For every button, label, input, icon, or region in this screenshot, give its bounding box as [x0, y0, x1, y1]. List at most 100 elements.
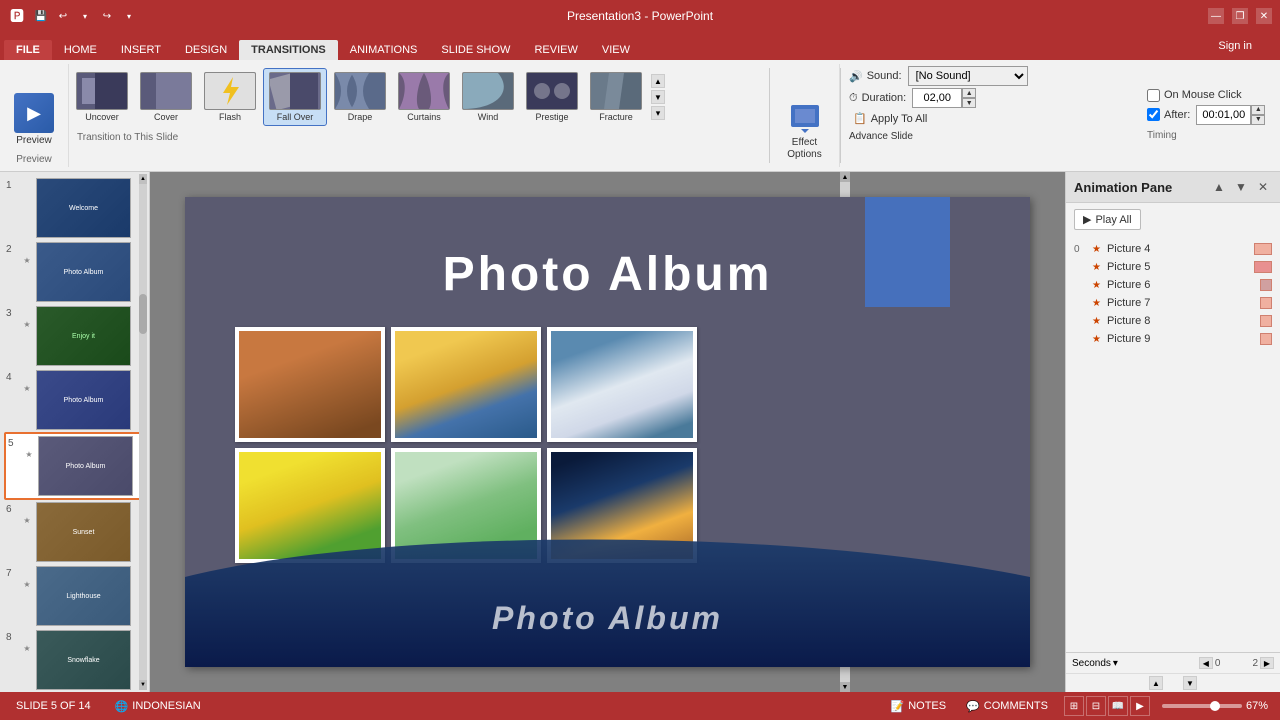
effect-options-button[interactable]: EffectOptions: [779, 97, 831, 165]
save-button[interactable]: 💾: [32, 7, 50, 25]
tab-transitions[interactable]: TRANSITIONS: [239, 40, 338, 60]
language-icon: 🌐: [115, 700, 129, 713]
transition-uncover[interactable]: Uncover: [71, 69, 133, 125]
timeline-area: Seconds ▾ ◀ 0 2 ▶: [1066, 652, 1280, 673]
slide-thumb-4[interactable]: 4 ★ Photo Album: [4, 368, 145, 432]
anim-name-picture7: Picture 7: [1107, 297, 1254, 309]
more-button[interactable]: ▾: [120, 7, 138, 25]
undo-dropdown[interactable]: ▾: [76, 7, 94, 25]
tab-slideshow[interactable]: SLIDE SHOW: [429, 40, 522, 60]
seconds-dropdown[interactable]: Seconds ▾: [1072, 658, 1118, 669]
slide-num-5: 5: [8, 436, 20, 449]
signin-link[interactable]: Sign in: [1206, 36, 1264, 56]
slide-img-3: Enjoy it: [36, 306, 131, 366]
duration-spinner-btns: ▲ ▼: [962, 88, 976, 108]
ribbon-group-effect: EffectOptions: [770, 64, 840, 167]
slide-num-4: 4: [6, 370, 18, 383]
anim-row-picture7[interactable]: ★ Picture 7: [1066, 294, 1280, 312]
anim-move-up-button[interactable]: ▲: [1210, 178, 1228, 196]
tab-home[interactable]: HOME: [52, 40, 109, 60]
photo-frame-1[interactable]: [235, 327, 385, 442]
transition-fracture[interactable]: Fracture: [585, 69, 647, 125]
play-all-button[interactable]: ▶ Play All: [1074, 209, 1141, 230]
slide-panel-scrollbar[interactable]: [139, 174, 147, 690]
panel-scroll-up[interactable]: ▲: [139, 174, 147, 184]
transition-drape[interactable]: Drape: [329, 69, 391, 125]
advance-slide-label: Advance Slide: [849, 129, 1133, 144]
after-label[interactable]: After:: [1147, 108, 1190, 121]
duration-up-btn[interactable]: ▲: [962, 88, 976, 98]
slide-mini-text-6: Sunset: [71, 527, 97, 538]
anim-row-picture5[interactable]: ★ Picture 5: [1066, 258, 1280, 276]
sound-select[interactable]: [No Sound]: [908, 66, 1028, 86]
anim-scroll-up-btn[interactable]: ▲: [1149, 676, 1163, 690]
scroll-down-arrow[interactable]: ▼: [651, 90, 665, 104]
transition-flash[interactable]: Flash: [199, 69, 261, 125]
tab-design[interactable]: DESIGN: [173, 40, 239, 60]
tab-animations[interactable]: ANIMATIONS: [338, 40, 430, 60]
transitions-group-label: Transition to This Slide: [69, 130, 769, 145]
canvas-vscroll-up[interactable]: ▲: [840, 172, 850, 182]
slide-thumb-6[interactable]: 6 ★ Sunset: [4, 500, 145, 564]
title-bar: 🅿 💾 ↩ ▾ ↪ ▾ Presentation3 - PowerPoint —…: [0, 0, 1280, 32]
transition-cover[interactable]: Cover: [135, 69, 197, 125]
close-button[interactable]: ✕: [1256, 8, 1272, 24]
transition-prestige[interactable]: Prestige: [521, 69, 583, 125]
language-indicator[interactable]: 🌐 INDONESIAN: [111, 698, 205, 715]
panel-scroll-down[interactable]: ▼: [139, 680, 147, 690]
canvas-area: ▲ ▼ Photo Album: [150, 172, 1065, 692]
slide-num-6: 6: [6, 502, 18, 515]
anim-scroll-down-btn[interactable]: ▼: [1183, 676, 1197, 690]
comments-button[interactable]: 💬 COMMENTS: [962, 698, 1052, 715]
mouse-click-checkbox[interactable]: [1147, 89, 1160, 102]
transition-curtains[interactable]: Curtains: [393, 69, 455, 125]
restore-button[interactable]: ❐: [1232, 8, 1248, 24]
minimize-button[interactable]: —: [1208, 8, 1224, 24]
slide-thumb-1[interactable]: 1 Welcome: [4, 176, 145, 240]
view-buttons: ⊞ ⊟ 📖 ▶: [1064, 696, 1150, 716]
duration-down-btn[interactable]: ▼: [962, 98, 976, 108]
timeline-left-arrow[interactable]: ◀: [1199, 657, 1213, 669]
transition-fallover[interactable]: Fall Over: [263, 68, 327, 126]
notes-button[interactable]: 📝 NOTES: [886, 698, 950, 715]
slide-thumb-7[interactable]: 7 ★ Lighthouse: [4, 564, 145, 628]
slide-thumb-3[interactable]: 3 ★ Enjoy it: [4, 304, 145, 368]
anim-move-down-button[interactable]: ▼: [1232, 178, 1250, 196]
after-down-btn[interactable]: ▼: [1251, 115, 1265, 125]
tab-review[interactable]: REVIEW: [522, 40, 589, 60]
normal-view-btn[interactable]: ⊞: [1064, 696, 1084, 716]
effect-group-content: EffectOptions: [779, 64, 831, 167]
anim-row-picture8[interactable]: ★ Picture 8: [1066, 312, 1280, 330]
scroll-up-arrow[interactable]: ▲: [651, 74, 665, 88]
tab-view[interactable]: VIEW: [590, 40, 642, 60]
mouse-click-label[interactable]: On Mouse Click: [1147, 89, 1242, 102]
canvas-vscroll-down[interactable]: ▼: [840, 682, 850, 692]
reading-view-btn[interactable]: 📖: [1108, 696, 1128, 716]
scroll-more-arrow[interactable]: ▾: [651, 106, 665, 120]
anim-row-picture6[interactable]: ★ Picture 6: [1066, 276, 1280, 294]
redo-button[interactable]: ↪: [98, 7, 116, 25]
slide-thumb-5[interactable]: 5 ★ Photo Album: [4, 432, 145, 500]
transition-wind[interactable]: Wind: [457, 69, 519, 125]
scrollbar-thumb[interactable]: [139, 294, 147, 334]
slide-thumb-8[interactable]: 8 ★ Snowflake: [4, 628, 145, 692]
slide-thumb-2[interactable]: 2 ★ Photo Album: [4, 240, 145, 304]
after-up-btn[interactable]: ▲: [1251, 105, 1265, 115]
duration-input[interactable]: 02,00: [912, 88, 962, 108]
after-checkbox[interactable]: [1147, 108, 1160, 121]
undo-button[interactable]: ↩: [54, 7, 72, 25]
tab-file[interactable]: FILE: [4, 40, 52, 60]
anim-row-picture4[interactable]: 0 ★ Picture 4: [1066, 240, 1280, 258]
apply-all-button[interactable]: 📋 Apply To All: [849, 110, 931, 127]
photo-frame-3[interactable]: [547, 327, 697, 442]
preview-button[interactable]: ▶ Preview: [8, 89, 60, 150]
slide-sorter-btn[interactable]: ⊟: [1086, 696, 1106, 716]
zoom-slider[interactable]: [1162, 704, 1242, 708]
tab-insert[interactable]: INSERT: [109, 40, 173, 60]
slideshow-btn[interactable]: ▶: [1130, 696, 1150, 716]
after-input[interactable]: 00:01,00: [1196, 105, 1251, 125]
photo-frame-2[interactable]: [391, 327, 541, 442]
notes-label: NOTES: [908, 700, 946, 712]
photo-desert: [239, 331, 381, 438]
anim-row-picture9[interactable]: ★ Picture 9: [1066, 330, 1280, 348]
